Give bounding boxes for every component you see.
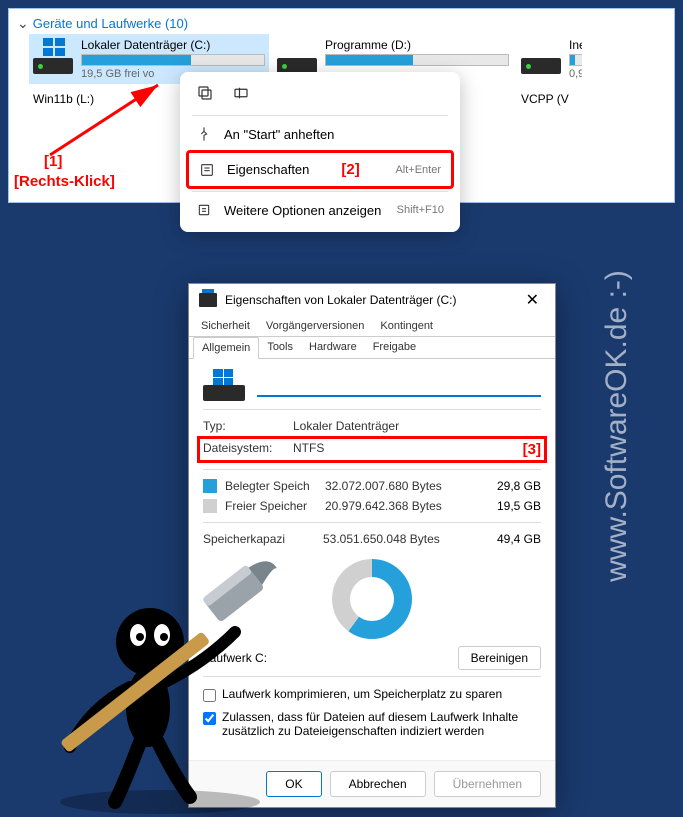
rename-icon[interactable] (232, 84, 250, 105)
annotation-right-click: [Rechts-Klick] (14, 173, 115, 190)
close-button[interactable]: ✕ (520, 290, 545, 310)
drive-icon (203, 369, 245, 401)
annotation-2: [2] (341, 161, 359, 178)
tab-hardware[interactable]: Hardware (301, 337, 365, 358)
menu-label: Eigenschaften (227, 162, 309, 177)
drive-name: Inet-CPP (569, 38, 582, 52)
context-toolbar (186, 78, 454, 113)
drive-inet[interactable]: Inet-CPP 0,99 GB (517, 34, 582, 84)
tab-quota[interactable]: Kontingent (372, 316, 441, 336)
type-value: Lokaler Datenträger (293, 419, 541, 433)
tabs-row-2: Allgemein Tools Hardware Freigabe (189, 337, 555, 359)
section-header[interactable]: Geräte und Laufwerke (10) (17, 13, 666, 34)
capacity-bytes: 53.051.650.048 Bytes (323, 532, 481, 546)
apply-button[interactable]: Übernehmen (434, 771, 541, 797)
drive-name: Programme (D:) (325, 38, 509, 52)
used-swatch (203, 479, 217, 493)
menu-pin-start[interactable]: An "Start" anheften (186, 118, 454, 150)
menu-properties[interactable]: Eigenschaften [2] Alt+Enter (186, 150, 454, 189)
dialog-titlebar: Eigenschaften von Lokaler Datenträger (C… (189, 284, 555, 316)
shortcut-text: Alt+Enter (395, 164, 441, 176)
drive-icon (277, 38, 317, 74)
more-icon (196, 202, 212, 218)
used-label: Belegter Speich (225, 479, 325, 493)
type-label: Typ: (203, 419, 293, 433)
tab-sharing[interactable]: Freigabe (365, 337, 424, 358)
used-gb: 29,8 GB (481, 479, 541, 493)
shortcut-text: Shift+F10 (397, 204, 444, 216)
free-label: Freier Speicher (225, 499, 325, 513)
free-space-text: 0,99 GB (569, 68, 582, 80)
drive-icon (33, 38, 73, 74)
tab-previous-versions[interactable]: Vorgängerversionen (258, 316, 372, 336)
tab-security[interactable]: Sicherheit (193, 316, 258, 336)
drive-icon (199, 293, 217, 307)
free-gb: 19,5 GB (481, 499, 541, 513)
capacity-label: Speicherkapazi (203, 532, 323, 546)
annotation-1: [1] (44, 153, 62, 170)
hammer-figure-illustration (30, 547, 300, 817)
menu-label: An "Start" anheften (224, 127, 334, 142)
tabs-row-1: Sicherheit Vorgängerversionen Kontingent (189, 316, 555, 337)
usage-bar (81, 54, 265, 66)
filesystem-value: NTFS (293, 441, 523, 458)
usage-bar (325, 54, 509, 66)
drive-name: VCPP (V (521, 92, 578, 106)
free-swatch (203, 499, 217, 513)
copy-icon[interactable] (196, 84, 214, 105)
drive-icon (521, 38, 561, 74)
used-bytes: 32.072.007.680 Bytes (325, 479, 481, 493)
tab-general[interactable]: Allgemein (193, 337, 259, 359)
volume-name-input[interactable] (257, 373, 541, 397)
drive-v[interactable]: VCPP (V (517, 88, 582, 112)
drive-name: Lokaler Datenträger (C:) (81, 38, 265, 52)
filesystem-label: Dateisystem: (203, 441, 293, 458)
context-menu: An "Start" anheften Eigenschaften [2] Al… (180, 72, 460, 232)
watermark: www.SoftwareOK.de :-) (600, 270, 634, 582)
menu-label: Weitere Optionen anzeigen (224, 203, 381, 218)
capacity-gb: 49,4 GB (481, 532, 541, 546)
dialog-title: Eigenschaften von Lokaler Datenträger (C… (225, 293, 456, 307)
pin-icon (196, 126, 212, 142)
menu-more-options[interactable]: Weitere Optionen anzeigen Shift+F10 (186, 194, 454, 226)
free-bytes: 20.979.642.368 Bytes (325, 499, 481, 513)
usage-bar (569, 54, 582, 66)
annotation-3: [3] (523, 441, 541, 458)
tab-tools[interactable]: Tools (259, 337, 301, 358)
filesystem-row: Dateisystem: NTFS [3] (197, 436, 547, 463)
properties-icon (199, 162, 215, 178)
cleanup-button[interactable]: Bereinigen (458, 646, 541, 670)
cancel-button[interactable]: Abbrechen (330, 771, 426, 797)
